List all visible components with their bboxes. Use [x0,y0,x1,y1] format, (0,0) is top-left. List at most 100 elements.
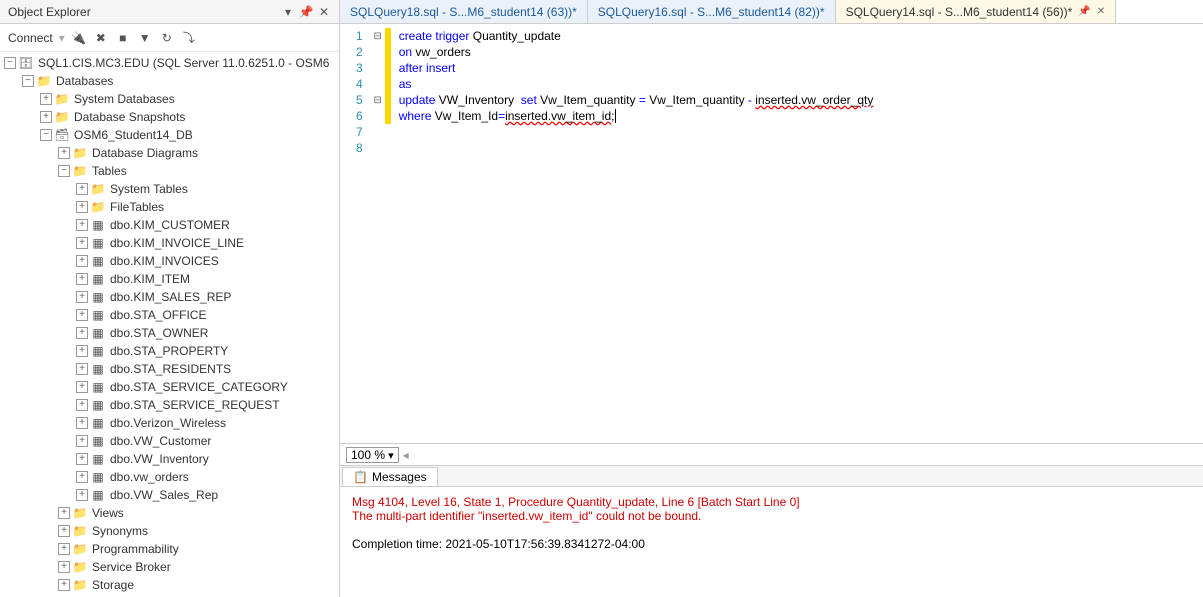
pin-icon[interactable]: 📌 [299,5,313,19]
line-gutter: 12345678 [340,24,371,443]
tab-close-icon[interactable]: ✕ [1097,6,1105,17]
table-node[interactable]: +▦dbo.VW_Inventory [0,450,339,468]
db-diagrams-node[interactable]: + 📁 Database Diagrams [0,144,339,162]
table-node[interactable]: +▦dbo.Verizon_Wireless [0,414,339,432]
connect-icon[interactable]: 🔌 [71,30,87,46]
document-tabs: SQLQuery18.sql - S...M6_student14 (63))*… [340,0,1203,24]
error-message-line1: Msg 4104, Level 16, State 1, Procedure Q… [352,495,1191,509]
filter-icon[interactable]: ▼ [137,30,153,46]
folder-icon: 📁 [72,524,88,538]
folder-icon: 📁 [54,110,70,124]
disconnect-icon[interactable]: ✖ [93,30,109,46]
refresh-icon[interactable]: ↻ [159,30,175,46]
messages-panel[interactable]: Msg 4104, Level 16, State 1, Procedure Q… [340,487,1203,597]
file-tables-node[interactable]: + 📁 FileTables [0,198,339,216]
document-tab[interactable]: SQLQuery14.sql - S...M6_student14 (56))*… [836,0,1117,23]
window-position-icon[interactable]: ▾ [281,5,295,19]
table-node[interactable]: +▦dbo.VW_Sales_Rep [0,486,339,504]
tab-label: SQLQuery18.sql - S...M6_student14 (63))* [350,5,577,19]
table-icon: ▦ [90,434,106,448]
folder-icon: 📁 [72,542,88,556]
sql-editor[interactable]: 12345678 ⊟⊟ create trigger Quantity_upda… [340,24,1203,443]
table-node[interactable]: +▦dbo.KIM_SALES_REP [0,288,339,306]
error-message-line2: The multi-part identifier "inserted.vw_i… [352,509,1191,523]
table-node[interactable]: +▦dbo.STA_SERVICE_REQUEST [0,396,339,414]
table-node[interactable]: +▦dbo.KIM_ITEM [0,270,339,288]
connect-label[interactable]: Connect [8,31,53,45]
document-tab[interactable]: SQLQuery16.sql - S...M6_student14 (82))* [588,0,836,23]
folder-icon: 📁 [90,200,106,214]
database-icon: 🗃 [54,128,70,142]
table-node[interactable]: +▦dbo.vw_orders [0,468,339,486]
table-node[interactable]: +▦dbo.STA_PROPERTY [0,342,339,360]
table-icon: ▦ [90,290,106,304]
student-db-node[interactable]: − 🗃 OSM6_Student14_DB [0,126,339,144]
table-icon: ▦ [90,326,106,340]
synonyms-node[interactable]: + 📁 Synonyms [0,522,339,540]
table-icon: ▦ [90,470,106,484]
folder-icon: 📁 [72,506,88,520]
system-tables-node[interactable]: + 📁 System Tables [0,180,339,198]
table-node[interactable]: +▦dbo.STA_RESIDENTS [0,360,339,378]
table-icon: ▦ [90,452,106,466]
table-icon: ▦ [90,308,106,322]
explorer-header: Object Explorer ▾ 📌 ✕ [0,0,339,24]
object-explorer-panel: Object Explorer ▾ 📌 ✕ Connect ▾ 🔌 ✖ ■ ▼ … [0,0,340,597]
table-icon: ▦ [90,218,106,232]
server-icon: 🗄 [18,56,34,70]
server-node[interactable]: − 🗄 SQL1.CIS.MC3.EDU (SQL Server 11.0.62… [0,54,339,72]
folder-icon: 📁 [54,92,70,106]
table-icon: ▦ [90,344,106,358]
editor-area: 12345678 ⊟⊟ create trigger Quantity_upda… [340,24,1203,597]
tab-label: SQLQuery14.sql - S...M6_student14 (56))* [846,5,1073,19]
zoom-bar: 100 % ▾ ◂ [340,443,1203,465]
tables-node[interactable]: − 📁 Tables [0,162,339,180]
folder-icon: 📁 [90,182,106,196]
table-node[interactable]: +▦dbo.KIM_CUSTOMER [0,216,339,234]
table-node[interactable]: +▦dbo.KIM_INVOICES [0,252,339,270]
folder-icon: 📁 [72,164,88,178]
sync-icon[interactable]: ⤵ [181,30,197,46]
table-icon: ▦ [90,254,106,268]
table-icon: ▦ [90,398,106,412]
folder-icon: 📁 [72,578,88,592]
table-icon: ▦ [90,272,106,286]
service-broker-node[interactable]: + 📁 Service Broker [0,558,339,576]
table-node[interactable]: +▦dbo.KIM_INVOICE_LINE [0,234,339,252]
explorer-toolbar: Connect ▾ 🔌 ✖ ■ ▼ ↻ ⤵ [0,24,339,52]
database-snapshots-node[interactable]: + 📁 Database Snapshots [0,108,339,126]
object-explorer-tree[interactable]: − 🗄 SQL1.CIS.MC3.EDU (SQL Server 11.0.62… [0,52,339,597]
explorer-title: Object Explorer [8,5,91,19]
messages-tab[interactable]: 📋 Messages [342,467,438,486]
stop-icon[interactable]: ■ [115,30,131,46]
fold-markers[interactable]: ⊟⊟ [371,24,385,443]
scroll-left-icon[interactable]: ◂ [403,448,409,462]
databases-node[interactable]: − 📁 Databases [0,72,339,90]
table-icon: ▦ [90,362,106,376]
zoom-select[interactable]: 100 % ▾ [346,447,399,463]
table-icon: ▦ [90,416,106,430]
table-node[interactable]: +▦dbo.STA_OWNER [0,324,339,342]
table-icon: ▦ [90,380,106,394]
document-tab[interactable]: SQLQuery18.sql - S...M6_student14 (63))* [340,0,588,23]
table-node[interactable]: +▦dbo.VW_Customer [0,432,339,450]
programmability-node[interactable]: + 📁 Programmability [0,540,339,558]
table-icon: ▦ [90,488,106,502]
storage-node[interactable]: + 📁 Storage [0,576,339,594]
code-content[interactable]: create trigger Quantity_updateon vw_orde… [391,24,882,443]
folder-icon: 📁 [36,74,52,88]
system-databases-node[interactable]: + 📁 System Databases [0,90,339,108]
views-node[interactable]: + 📁 Views [0,504,339,522]
main-area: SQLQuery18.sql - S...M6_student14 (63))*… [340,0,1203,597]
table-node[interactable]: +▦dbo.STA_SERVICE_CATEGORY [0,378,339,396]
table-icon: ▦ [90,236,106,250]
close-icon[interactable]: ✕ [317,5,331,19]
folder-icon: 📁 [72,146,88,160]
tab-label: SQLQuery16.sql - S...M6_student14 (82))* [598,5,825,19]
messages-icon: 📋 [353,470,368,484]
results-tabs: 📋 Messages [340,465,1203,487]
folder-icon: 📁 [72,560,88,574]
tab-pin-icon[interactable]: 📌 [1078,6,1090,17]
table-node[interactable]: +▦dbo.STA_OFFICE [0,306,339,324]
completion-time: Completion time: 2021-05-10T17:56:39.834… [352,537,1191,551]
